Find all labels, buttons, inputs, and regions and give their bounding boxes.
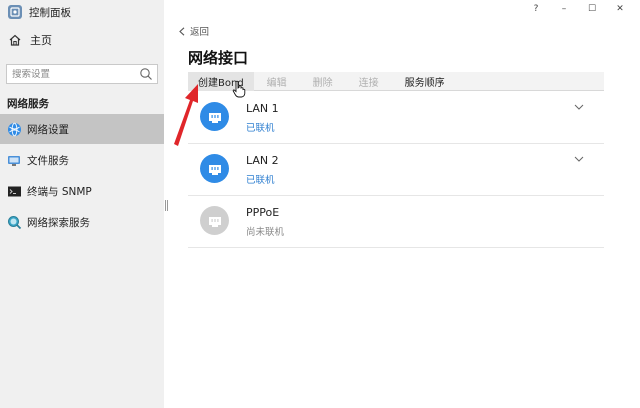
connect-button[interactable]: 连接 [346,72,392,91]
chevron-left-icon [179,26,185,36]
app-title-text: 控制面板 [29,6,71,19]
sidebar-item-label: 文件服务 [27,154,69,167]
sidebar-item-label: 网络设置 [27,123,69,136]
network-globe-icon [7,122,22,137]
main-panel: 返回 网络接口 创建Bond 编辑 删除 连接 服务顺序 LAN 1 已联机 L… [168,0,640,408]
sidebar-item-network-discovery[interactable]: 网络探索服务 [0,207,164,237]
sidebar: 控制面板 主页 网络服务 网络设置 文件服务 终端与 SNMP 网络探索服务 [0,0,164,408]
interface-status: 已联机 [246,123,275,134]
file-service-icon [7,153,22,168]
home-label: 主页 [30,34,52,47]
hand-cursor-icon [232,80,246,98]
service-order-button[interactable]: 服务顺序 [392,72,458,91]
sidebar-item-network-settings[interactable]: 网络设置 [0,114,164,144]
sidebar-item-label: 终端与 SNMP [27,185,92,198]
back-link[interactable]: 返回 [178,24,209,38]
interface-name: PPPoE [246,206,280,219]
discovery-search-icon [7,215,22,230]
ethernet-port-icon [200,154,229,183]
interface-row-lan1[interactable]: LAN 1 已联机 [188,92,604,144]
interface-status: 已联机 [246,175,275,186]
chevron-down-icon[interactable] [574,155,584,163]
page-title: 网络接口 [188,49,249,67]
terminal-icon [7,184,22,199]
interface-status: 尚未联机 [246,227,285,238]
app-title: 控制面板 [8,4,71,20]
home-link[interactable]: 主页 [8,30,52,50]
sidebar-item-terminal-snmp[interactable]: 终端与 SNMP [0,176,164,206]
back-label: 返回 [190,27,210,38]
home-icon [9,34,21,46]
sidebar-item-file-services[interactable]: 文件服务 [0,145,164,175]
search-box[interactable] [6,64,158,84]
interface-row-lan2[interactable]: LAN 2 已联机 [188,144,604,196]
interface-name: LAN 2 [246,154,279,167]
annotation-arrow-icon [174,84,198,146]
section-label-network-services: 网络服务 [7,98,49,110]
sidebar-item-label: 网络探索服务 [27,216,90,229]
control-panel-icon [8,5,22,19]
ethernet-port-icon [200,206,229,235]
toolbar: 创建Bond 编辑 删除 连接 服务顺序 [188,71,604,91]
interface-name: LAN 1 [246,102,279,115]
interface-row-pppoe[interactable]: PPPoE 尚未联机 [188,196,604,248]
edit-button[interactable]: 编辑 [254,72,300,91]
chevron-down-icon[interactable] [574,103,584,111]
search-icon[interactable] [139,67,153,81]
search-input[interactable] [12,68,132,80]
delete-button[interactable]: 删除 [300,72,346,91]
